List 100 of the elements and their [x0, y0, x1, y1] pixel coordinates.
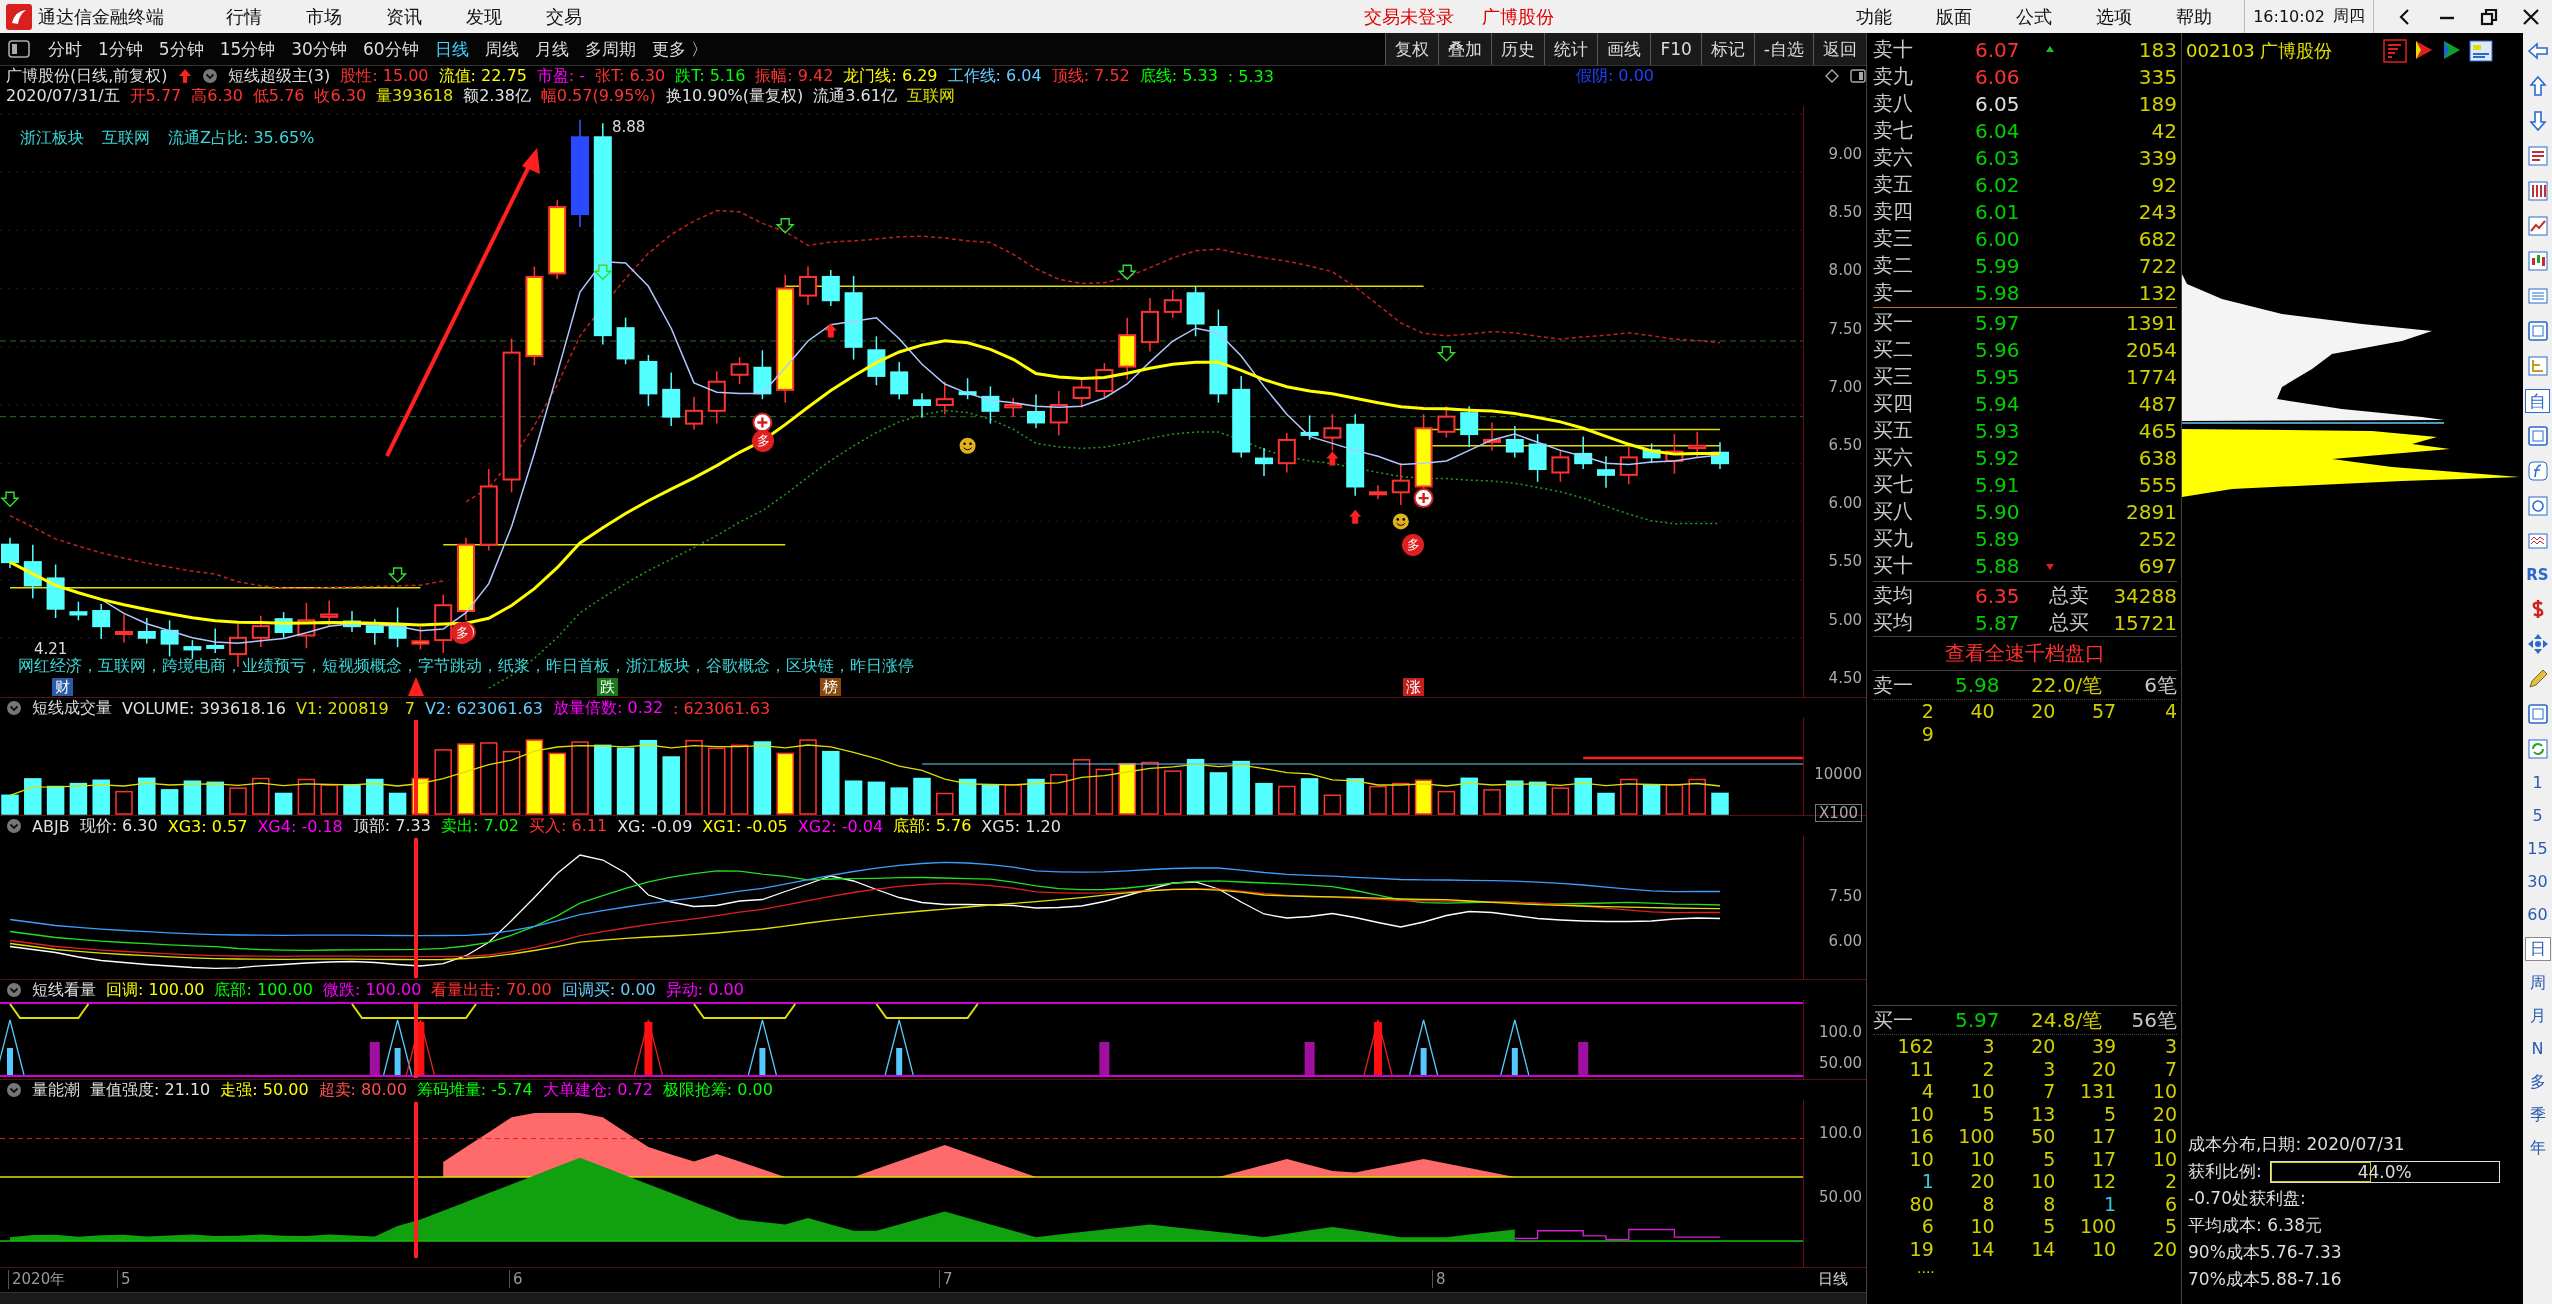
indicator-name[interactable]: 短线看量 [32, 979, 96, 1001]
indicator-value: 量值强度: 21.10 [90, 1079, 211, 1101]
bid-volume: 2891 [2126, 499, 2177, 524]
period-tab[interactable]: 1分钟 [90, 37, 151, 61]
price-label: 4.21 [34, 640, 68, 658]
menu-item[interactable]: 功能 [1834, 4, 1915, 29]
menu-item[interactable]: 选项 [2074, 4, 2155, 29]
event-marker[interactable]: 财 [52, 678, 73, 696]
order-size: 20 [2151, 1102, 2177, 1125]
period-tab[interactable]: 日线 [426, 37, 477, 61]
axis-tick: X100 [1815, 804, 1862, 822]
menu-item[interactable]: 公式 [1994, 4, 2075, 29]
chart-tool-button[interactable]: 统计 [1544, 33, 1598, 65]
period-tab[interactable]: 60分钟 [354, 37, 427, 61]
bid-level: 买五 [1873, 417, 1914, 444]
indicator-name[interactable]: 短线成交量 [32, 697, 112, 719]
cost-statistic: 70%成本5.88-7.16 [2188, 1268, 2343, 1291]
period-tab[interactable]: 月线 [526, 37, 577, 61]
stock-code: 002103 广博股份 [2186, 39, 2333, 63]
quote-value: 额2.38亿 [463, 85, 531, 107]
more-orders[interactable]: .... [1917, 1260, 2177, 1276]
bid-price: 5.97 [1975, 310, 2021, 335]
menu-item[interactable]: 帮助 [2154, 4, 2235, 29]
chart-tool-button[interactable]: 复权 [1385, 33, 1439, 65]
order-size: 10 [1969, 1147, 1995, 1170]
event-marker[interactable]: 跌 [597, 678, 618, 696]
bid-price: 5.91 [1975, 472, 2021, 497]
indicator-value: 底线: 5.33 [1139, 65, 1218, 87]
order-size: 14 [2030, 1237, 2056, 1260]
menu-item[interactable]: 交易 [524, 4, 604, 29]
period-button[interactable]: N [2524, 1038, 2551, 1060]
period-button[interactable]: 月 [2524, 1005, 2551, 1027]
event-marker[interactable]: 涨 [1403, 678, 1424, 696]
period-tab[interactable]: 30分钟 [283, 37, 355, 61]
indicator-value: V2: 623061.63 [424, 698, 543, 718]
period-button[interactable]: 日 [2524, 937, 2551, 961]
buy-signal: 多 [752, 430, 774, 452]
period-button[interactable]: 15 [2524, 838, 2551, 860]
order-size: 10 [1908, 1102, 1934, 1125]
order-size: 5 [2042, 1215, 2056, 1238]
queue-count: 6笔 [2144, 671, 2177, 699]
period-button[interactable]: 1 [2524, 772, 2551, 794]
period-tab[interactable]: 分时 [40, 37, 90, 61]
chart-tool-button[interactable]: F10 [1650, 33, 1701, 65]
ask-level: 卖六 [1873, 144, 1914, 171]
quote-value: 幅0.57(9.95%) [540, 85, 656, 107]
ask-price: 6.04 [1975, 118, 2021, 143]
watchlist-button[interactable]: 自 [2525, 389, 2550, 413]
order-size: 10 [2091, 1237, 2117, 1260]
menu-item[interactable]: 行情 [204, 4, 284, 29]
order-size: 17 [2091, 1125, 2117, 1148]
indicator-name[interactable]: ABJB [32, 816, 70, 836]
full-depth-link[interactable]: 查看全速千档盘口 [1873, 637, 2177, 671]
average-label: 卖均 [1873, 582, 1914, 609]
menu-item[interactable]: 发现 [444, 4, 524, 29]
order-size: 100 [2078, 1215, 2117, 1238]
event-marker[interactable]: 榜 [820, 678, 841, 696]
period-button[interactable]: 年 [2524, 1137, 2551, 1159]
sector-tag[interactable]: 浙江板块 [20, 128, 84, 149]
chart-tool-button[interactable]: 标记 [1700, 33, 1754, 65]
login-status[interactable]: 交易未登录 [1364, 4, 1454, 29]
menu-item[interactable]: 资讯 [364, 4, 444, 29]
order-size: 40 [1969, 700, 1995, 723]
menu-item[interactable]: 市场 [284, 4, 364, 29]
period-button[interactable]: 5 [2524, 805, 2551, 827]
order-size: 17 [2091, 1147, 2117, 1170]
ask-price: 6.05 [1975, 91, 2021, 116]
ask-volume: 189 [2138, 91, 2177, 116]
indicator-value: XG: -0.09 [617, 816, 693, 836]
bid-price: 5.94 [1975, 391, 2021, 416]
chart-tool-button[interactable]: 画线 [1597, 33, 1651, 65]
period-button[interactable]: 30 [2524, 871, 2551, 893]
chart-tool-button[interactable]: -自选 [1753, 33, 1813, 65]
bid-volume: 252 [2138, 526, 2177, 551]
price-tick: 6.50 [1828, 435, 1862, 455]
chart-tool-button[interactable]: 返回 [1813, 33, 1866, 65]
order-size: 39 [2091, 1035, 2117, 1058]
menu-item[interactable]: 版面 [1914, 4, 1995, 29]
sector-tag[interactable]: 互联网 [102, 128, 150, 149]
period-tab[interactable]: 周线 [476, 37, 527, 61]
period-tab[interactable]: 5分钟 [150, 37, 212, 61]
chart-tool-button[interactable]: 历史 [1491, 33, 1545, 65]
period-tab[interactable]: 多周期 [576, 37, 644, 61]
period-tab[interactable]: 15分钟 [211, 37, 284, 61]
rsi-button[interactable]: RS [2526, 564, 2549, 586]
period-tab[interactable]: 更多 〉 [643, 37, 716, 61]
indicator-name[interactable]: 短线超级主(3) [227, 65, 331, 87]
total-label: 总买 [2049, 609, 2090, 636]
sector-tag[interactable]: 流通Z占比: 35.65% [168, 128, 315, 149]
period-button[interactable]: 季 [2524, 1104, 2551, 1126]
period-button[interactable]: 60 [2524, 904, 2551, 926]
chart-tool-button[interactable]: 叠加 [1438, 33, 1492, 65]
indicator-name[interactable]: 量能潮 [32, 1079, 80, 1101]
axis-tick: 50.00 [1819, 1053, 1862, 1073]
quote-value: 开5.77 [129, 85, 182, 107]
buy-signal: 多 [451, 622, 473, 644]
bid-level: 买一 [1873, 309, 1914, 336]
period-button[interactable]: 多 [2524, 1071, 2551, 1093]
period-label[interactable]: 日线 [1818, 1270, 1848, 1289]
period-button[interactable]: 周 [2524, 972, 2551, 994]
